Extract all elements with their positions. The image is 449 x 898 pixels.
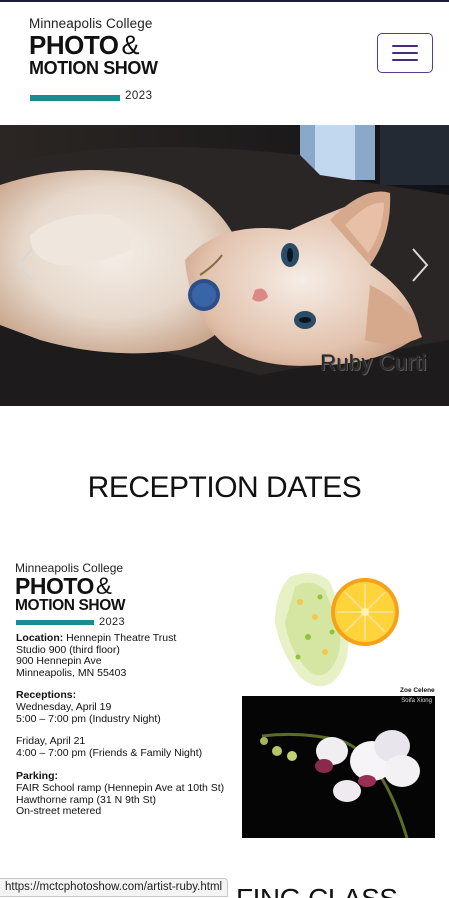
hamburger-line xyxy=(392,52,418,54)
parking-option-3: On-street metered xyxy=(16,805,102,818)
poster-logo-photo-text: PHOTO& xyxy=(15,573,112,600)
poster-logo-bar xyxy=(16,620,94,625)
hero-carousel[interactable]: Ruby Curti xyxy=(0,125,449,406)
poster-logo-year: 2023 xyxy=(99,616,126,628)
reception-1-time: 5:00 – 7:00 pm (Industry Night) xyxy=(16,712,161,725)
poster-logo: Minneapolis College PHOTO& MOTION SHOW 2… xyxy=(15,561,135,628)
fruit-artwork-credit: Zoe Celene xyxy=(400,687,435,694)
top-border xyxy=(0,0,449,2)
reception-2-day: Friday, April 21 xyxy=(16,735,86,748)
poster-event-info: Location: Hennepin Theatre Trust Studio … xyxy=(16,632,236,818)
location-line: Location: Hennepin Theatre Trust xyxy=(16,632,177,644)
chevron-left-icon xyxy=(16,248,33,282)
hamburger-menu-button[interactable] xyxy=(377,33,433,73)
next-section-heading: FING CLASS xyxy=(236,883,398,898)
browser-status-url: https://mctcphotoshow.com/artist-ruby.ht… xyxy=(0,878,229,897)
carousel-next-button[interactable] xyxy=(409,245,431,285)
reception-2-time: 4:00 – 7:00 pm (Friends & Family Night) xyxy=(16,746,203,759)
chevron-right-icon xyxy=(412,248,429,282)
carousel-prev-button[interactable] xyxy=(14,245,36,285)
logo-motion-show-text: MOTION SHOW xyxy=(29,58,158,78)
orchid-artwork-image: Soifa Xiong xyxy=(242,696,435,838)
carousel-artist-caption: Ruby Curti xyxy=(320,350,427,375)
logo-year: 2023 xyxy=(125,90,153,102)
logo-photo-text: PHOTO & xyxy=(29,30,139,60)
poster-logo-motion-text: MOTION SHOW xyxy=(15,597,126,614)
reception-poster: Minneapolis College PHOTO& MOTION SHOW 2… xyxy=(0,556,449,856)
logo-accent-bar xyxy=(30,95,120,101)
location-address-3: Minneapolis, MN 55403 xyxy=(16,666,127,679)
orchid-photo xyxy=(260,730,420,838)
orchid-artwork-credit: Soifa Xiong xyxy=(401,698,432,704)
site-logo[interactable]: Minneapolis College PHOTO & MOTION SHOW 2… xyxy=(29,16,159,102)
hamburger-line xyxy=(392,59,418,61)
reception-dates-heading: RECEPTION DATES xyxy=(87,471,362,504)
fruit-artwork-image xyxy=(275,573,399,687)
parking-option-1: FAIR School ramp (Hennepin Ave at 10th S… xyxy=(16,781,225,794)
hamburger-menu-icon xyxy=(392,45,418,47)
reception-1-day: Wednesday, April 19 xyxy=(16,700,112,713)
